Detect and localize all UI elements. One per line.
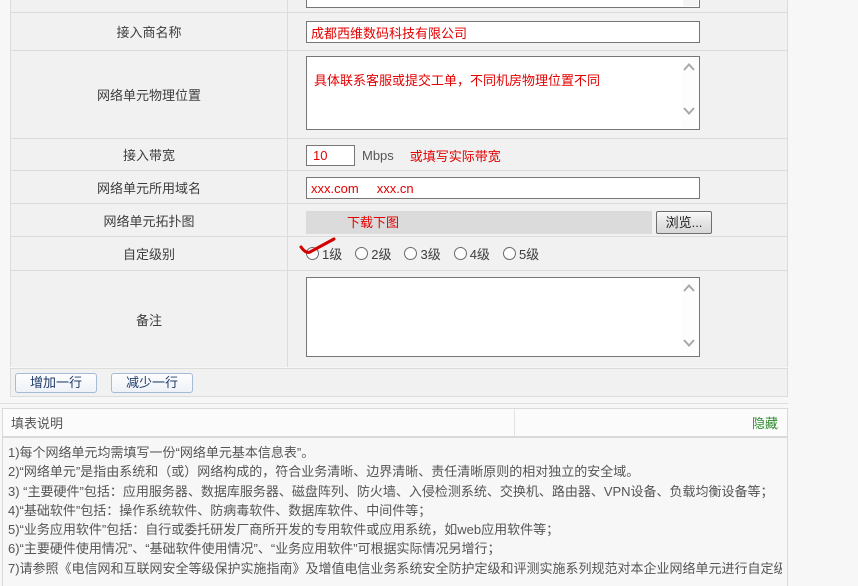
notes-box: 1)每个网络单元均需填写一份“网络单元基本信息表”。 2)“网络单元”是指由系统… — [2, 437, 788, 586]
table-row: 接入商名称 — [11, 13, 787, 51]
radio-level-1[interactable] — [306, 247, 319, 260]
hide-notes-link[interactable]: 隐藏 — [752, 413, 778, 432]
note-line-5: 5)“业务应用软件”包括：自行或委托研发厂商所开发的专用软件或应用系统，如web… — [8, 520, 782, 539]
row-label-cell — [11, 0, 288, 12]
scrollbar-track[interactable] — [681, 279, 698, 355]
remove-row-button[interactable]: 减少一行 — [111, 373, 193, 393]
level-option-2[interactable]: 2级 — [355, 244, 391, 263]
scroll-up-icon[interactable] — [683, 284, 695, 292]
notes-header: 填表说明 隐藏 — [2, 408, 788, 437]
scroll-up-icon[interactable] — [683, 63, 695, 71]
level-option-1[interactable]: 1级 — [306, 244, 342, 263]
physical-location-label: 网络单元物理位置 — [11, 51, 288, 138]
notes-header-title: 填表说明 — [3, 409, 515, 436]
topology-upload-field[interactable]: 下载下图 — [306, 211, 652, 234]
table-row: 备注 — [11, 271, 787, 367]
physical-location-value: 具体联系客服或提交工单，不同机房物理位置不同 — [314, 72, 677, 89]
domain-names-label: 网络单元所用域名 — [11, 171, 288, 203]
scrollbar-track[interactable] — [681, 58, 698, 128]
table-row: 网络单元物理位置 具体联系客服或提交工单，不同机房物理位置不同 — [11, 51, 787, 139]
table-row-partial — [11, 0, 787, 13]
note-line-2: 2)“网络单元”是指由系统和（或）网络构成的，符合业务清晰、边界清晰、责任清晰原… — [8, 462, 782, 481]
section-divider — [0, 403, 788, 404]
topology-map-label: 网络单元拓扑图 — [11, 204, 288, 236]
level-5-label: 5级 — [519, 244, 539, 263]
level-4-label: 4级 — [470, 244, 490, 263]
remarks-label: 备注 — [11, 271, 288, 367]
radio-level-5[interactable] — [503, 247, 516, 260]
level-option-3[interactable]: 3级 — [404, 244, 440, 263]
physical-location-textarea[interactable]: 具体联系客服或提交工单，不同机房物理位置不同 — [306, 56, 700, 130]
bandwidth-label: 接入带宽 — [11, 139, 288, 170]
level-2-label: 2级 — [371, 244, 391, 263]
table-row: 网络单元拓扑图 下载下图 浏览... — [11, 204, 787, 237]
level-3-label: 3级 — [420, 244, 440, 263]
level-option-5[interactable]: 5级 — [503, 244, 539, 263]
note-line-1: 1)每个网络单元均需填写一份“网络单元基本信息表”。 — [8, 443, 782, 462]
network-unit-form-table: 接入商名称 网络单元物理位置 具体联系客服或提交工单，不同机房物理位置不同 接入… — [10, 0, 788, 367]
remarks-textarea[interactable] — [306, 277, 700, 357]
scroll-down-icon[interactable] — [683, 107, 695, 115]
network-unit-form-page: 接入商名称 网络单元物理位置 具体联系客服或提交工单，不同机房物理位置不同 接入… — [0, 0, 858, 586]
table-row: 网络单元所用域名 — [11, 171, 787, 204]
level-radio-group: 1级 2级 3级 4级 — [306, 237, 787, 270]
access-provider-input[interactable] — [306, 21, 700, 43]
domain-names-input[interactable] — [306, 177, 700, 199]
level-1-label: 1级 — [322, 244, 342, 263]
scrollbar-track[interactable] — [683, 0, 698, 6]
scroll-down-icon[interactable] — [683, 339, 695, 347]
radio-level-2[interactable] — [355, 247, 368, 260]
radio-level-3[interactable] — [404, 247, 417, 260]
bandwidth-unit-label: Mbps — [362, 143, 394, 163]
browse-button[interactable]: 浏览... — [656, 211, 712, 234]
table-row: 自定级别 1级 2级 3级 — [11, 237, 787, 271]
bandwidth-input[interactable] — [306, 145, 355, 166]
radio-level-4[interactable] — [454, 247, 467, 260]
download-topology-link[interactable]: 下载下图 — [347, 215, 399, 230]
note-line-7: 7)请参照《电信网和互联网安全等级保护实施指南》及增值电信业务系统安全防护定级和… — [8, 559, 782, 578]
partial-textarea-bottom[interactable] — [306, 0, 700, 8]
note-line-4: 4)“基础软件”包括：操作系统软件、防病毒软件、数据库软件、中间件等； — [8, 501, 782, 520]
add-row-button[interactable]: 增加一行 — [15, 373, 97, 393]
bandwidth-hint: 或填写实际带宽 — [410, 141, 501, 165]
row-actions-bar: 增加一行 减少一行 — [10, 368, 788, 397]
level-option-4[interactable]: 4级 — [454, 244, 490, 263]
access-provider-label: 接入商名称 — [11, 13, 288, 50]
note-line-6: 6)“主要硬件使用情况”、“基础软件使用情况”、“业务应用软件”可根据实际情况另… — [8, 539, 782, 558]
self-level-label: 自定级别 — [11, 237, 288, 270]
note-line-3: 3) “主要硬件”包括：应用服务器、数据库服务器、磁盘阵列、防火墙、入侵检测系统… — [8, 482, 782, 501]
table-row: 接入带宽 Mbps 或填写实际带宽 — [11, 139, 787, 171]
